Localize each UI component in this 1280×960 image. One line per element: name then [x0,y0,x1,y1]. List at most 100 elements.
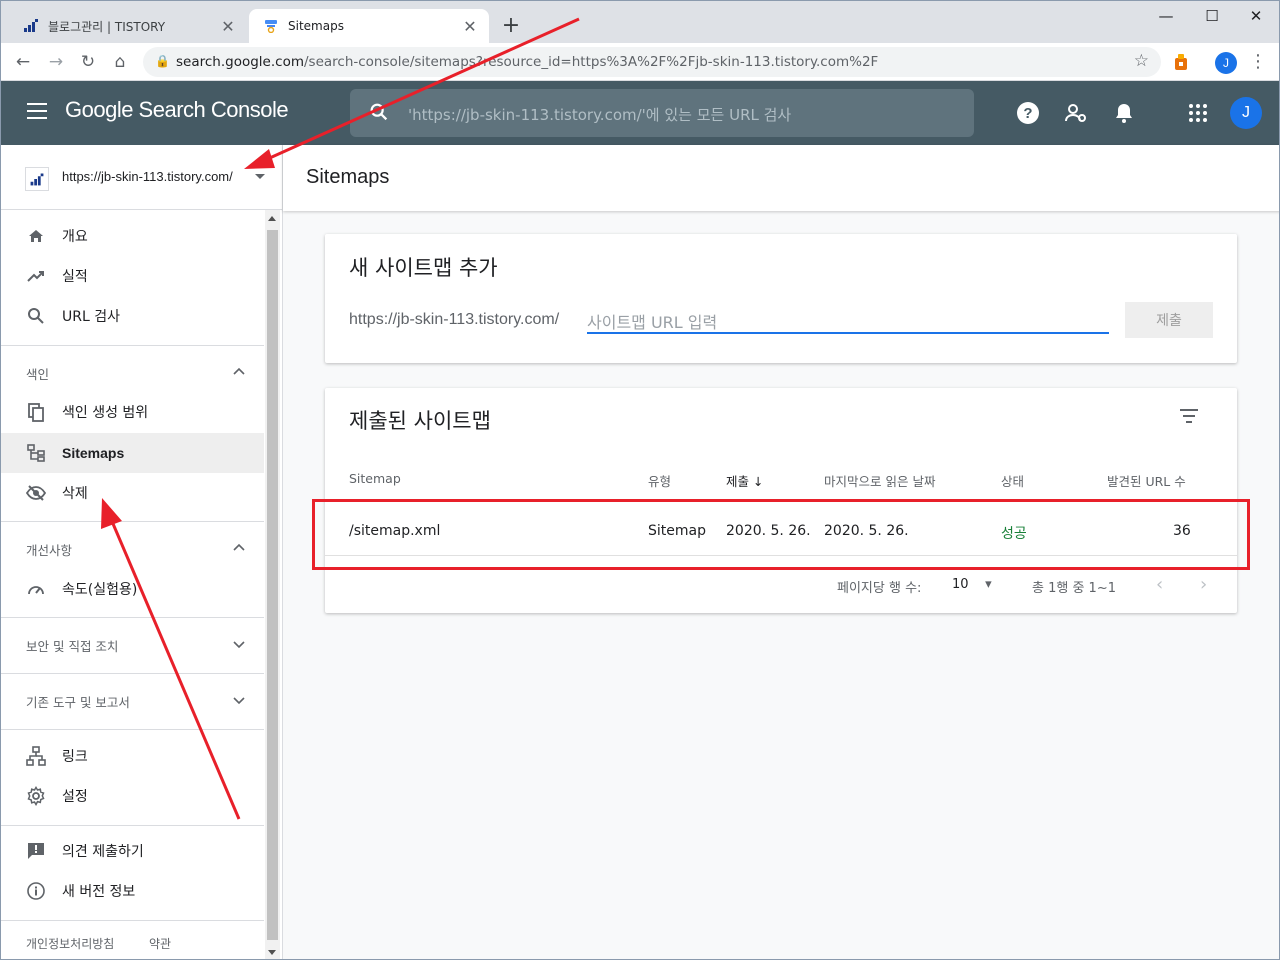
sidebar-item-label: 새 버전 정보 [62,884,136,900]
sidebar-item-url-inspection[interactable]: URL 검사 [1,296,264,336]
browser-menu-icon[interactable]: ⋮ [1249,51,1267,72]
cell-sitemap: /sitemap.xml [349,523,441,539]
close-tab-icon[interactable]: ✕ [459,17,481,36]
tab-title: Sitemaps [288,19,344,33]
prev-page-icon[interactable]: ‹ [1156,574,1163,595]
search-console-icon [263,18,279,34]
svg-text:?: ? [1023,105,1032,122]
sidebar-item-label: 삭제 [62,486,88,502]
profile-avatar[interactable]: J [1215,52,1237,74]
sidebar-item-whats-new[interactable]: 새 버전 정보 [1,871,264,911]
scrollbar-thumb[interactable] [267,230,278,940]
divider [1,729,264,730]
extension-icon[interactable] [1171,52,1191,72]
section-title: 기존 도구 및 보고서 [26,695,130,710]
column-header-type[interactable]: 유형 [648,471,671,490]
property-selector[interactable]: https://jb-skin-113.tistory.com/ [1,145,282,210]
sidebar-item-label: 속도(실험용) [62,582,138,598]
arrow-down-icon: ↓ [753,474,764,489]
forward-icon[interactable]: → [45,51,67,73]
manage-users-icon[interactable] [1064,101,1088,125]
divider [1,673,264,674]
sidebar-scrollbar[interactable] [265,210,280,959]
column-header-sitemap[interactable]: Sitemap [349,471,401,486]
new-tab-button[interactable]: + [499,13,523,39]
sidebar-item-sitemaps[interactable]: Sitemaps [1,433,264,473]
sidebar-item-label: 실적 [62,269,88,285]
sidebar-item-removals[interactable]: 삭제 [1,473,264,513]
home-button-icon[interactable]: ⌂ [109,51,131,73]
help-icon[interactable]: ? [1016,101,1040,125]
browser-toolbar: ← → ↻ ⌂ 🔒 search.google.com/search-conso… [1,43,1279,81]
eye-off-icon [26,485,46,501]
dropdown-arrow-icon[interactable] [255,174,265,179]
sitemap-url-input[interactable] [587,312,1109,334]
tab-sitemaps[interactable]: Sitemaps ✕ [249,9,489,43]
cell-submitted: 2020. 5. 26. [726,523,811,539]
tab-tistory[interactable]: 블로그관리 | TISTORY ✕ [9,9,247,43]
sidebar-item-links[interactable]: 링크 [1,736,264,776]
back-icon[interactable]: ← [12,51,34,73]
chevron-down-icon [233,697,245,705]
url-inspect-search[interactable]: 'https://jb-skin-113.tistory.com/'에 있는 모… [350,89,974,137]
row-divider [325,555,1237,556]
window-close-icon[interactable]: ✕ [1233,5,1279,27]
sitemap-url-prefix: https://jb-skin-113.tistory.com/ [349,311,560,328]
column-header-submitted[interactable]: 제출 ↓ [726,471,763,490]
submit-button[interactable]: 제출 [1125,302,1213,338]
sidebar-item-label: Sitemaps [62,445,125,461]
scroll-down-icon[interactable] [268,950,276,955]
section-legacy-header[interactable]: 기존 도구 및 보고서 [1,680,264,720]
minimize-icon[interactable]: — [1143,5,1189,27]
sidebar-item-performance[interactable]: 실적 [1,256,264,296]
copy-icon [28,403,44,422]
column-header-discovered-urls[interactable]: 발견된 URL 수 [1107,471,1186,490]
sidebar-item-coverage[interactable]: 색인 생성 범위 [1,392,264,432]
bookmark-star-icon[interactable]: ☆ [1134,51,1149,71]
address-bar[interactable]: 🔒 search.google.com/search-console/sitem… [143,47,1161,77]
cell-type: Sitemap [648,523,706,539]
account-avatar[interactable]: J [1230,97,1262,129]
section-title: 색인 [26,367,50,382]
page-header: Sitemaps [283,145,1279,211]
sidebar-item-overview[interactable]: 개요 [1,216,264,256]
next-page-icon[interactable]: › [1200,574,1207,595]
filter-icon[interactable] [1179,409,1199,425]
section-enhancements-header[interactable]: 개선사항 [1,528,264,568]
section-index-header[interactable]: 색인 [1,352,264,392]
speed-icon [28,586,44,595]
divider [1,345,264,346]
product-name: Google Search Console [65,97,289,122]
terms-link[interactable]: 약관 [149,935,171,952]
lock-icon: 🔒 [155,54,170,68]
pagination-range: 총 1행 중 1~1 [1032,581,1116,596]
section-title: 보안 및 직접 조치 [26,639,119,654]
url-text: search.google.com/search-console/sitemap… [176,54,878,70]
maximize-icon[interactable]: ☐ [1189,5,1235,27]
column-header-last-read[interactable]: 마지막으로 읽은 날짜 [824,471,935,490]
section-security-header[interactable]: 보안 및 직접 조치 [1,624,264,664]
column-header-label: 제출 [726,474,750,489]
privacy-link[interactable]: 개인정보처리방침 [26,935,114,952]
main-content: Sitemaps 새 사이트맵 추가 https://jb-skin-113.t… [283,145,1279,959]
sidebar-item-feedback[interactable]: 의견 제출하기 [1,831,264,871]
close-tab-icon[interactable]: ✕ [217,17,239,36]
sidebar: https://jb-skin-113.tistory.com/ 개요 실적 U… [1,145,283,959]
rows-per-page-select[interactable]: 10 ▾ [952,577,992,592]
divider [1,920,264,921]
column-header-status[interactable]: 상태 [1001,471,1024,490]
info-icon [27,882,45,900]
sidebar-item-speed[interactable]: 속도(실험용) [1,569,264,609]
apps-grid-icon[interactable] [1186,101,1210,125]
url-domain: search.google.com [176,54,304,70]
card-title: 새 사이트맵 추가 [349,256,498,280]
divider [1,617,264,618]
sidebar-item-settings[interactable]: 설정 [1,776,264,816]
reload-icon[interactable]: ↻ [77,51,99,73]
property-favicon-icon [25,167,49,191]
sidebar-item-label: 색인 생성 범위 [62,405,149,421]
chevron-down-icon [233,641,245,649]
menu-icon[interactable] [27,103,47,119]
notifications-icon[interactable] [1112,101,1136,125]
scroll-up-icon[interactable] [268,216,276,221]
